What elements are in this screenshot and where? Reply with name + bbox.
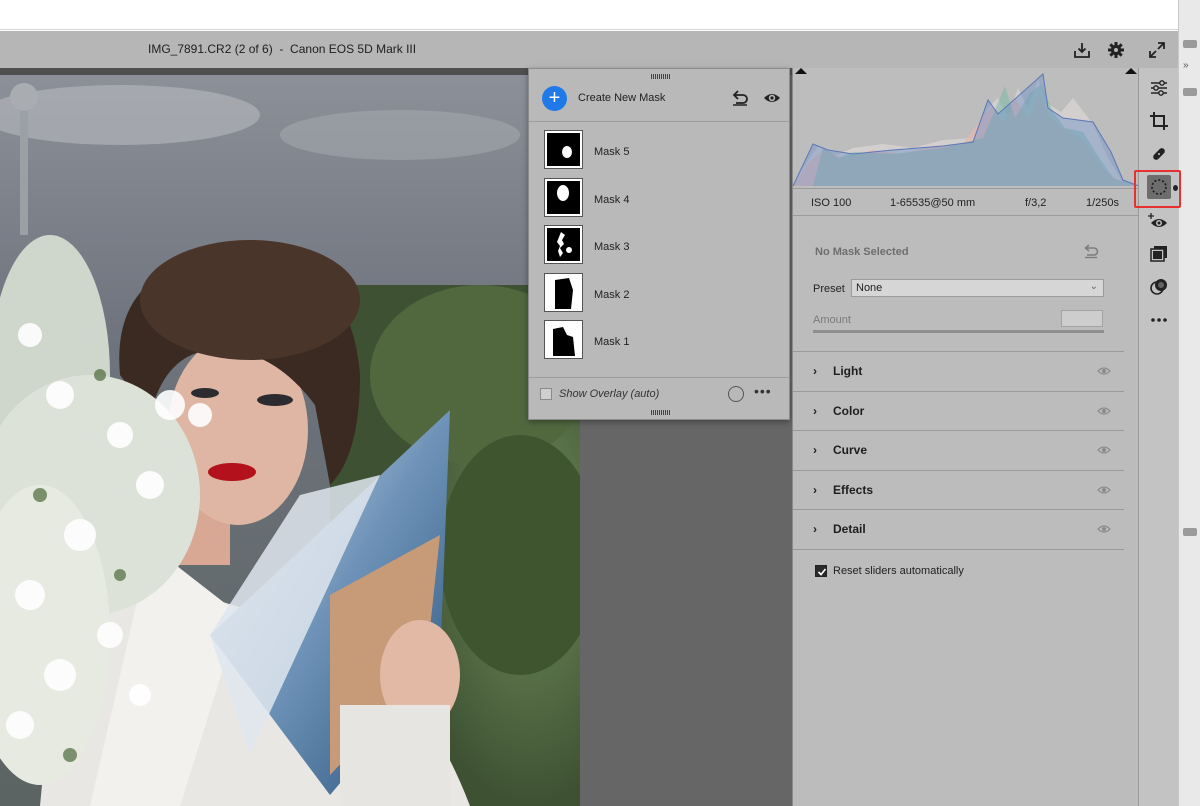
- mask-label: Mask 4: [594, 193, 630, 206]
- section-detail[interactable]: › Detail: [793, 509, 1124, 549]
- lens-value: 1-65535@50 mm: [890, 197, 976, 209]
- chevron-right-icon[interactable]: »: [1183, 60, 1189, 71]
- chevron-right-icon: ›: [813, 443, 817, 457]
- eye-icon[interactable]: [1097, 366, 1111, 376]
- show-overlay-checkbox[interactable]: [540, 388, 552, 400]
- chevron-right-icon: ›: [813, 403, 817, 418]
- mask-thumbnail: [544, 177, 583, 217]
- mask-list: Mask 5 Mask 4 Mask 3 Mask 2 Mask 1: [529, 121, 789, 360]
- top-strip: [0, 0, 1178, 30]
- mask-item[interactable]: Mask 3: [529, 217, 789, 265]
- mask-item[interactable]: Mask 2: [529, 265, 789, 313]
- panel-grip-bottom[interactable]: [651, 410, 671, 415]
- overlay-color-icon[interactable]: [728, 386, 744, 402]
- shadow-clipping-icon[interactable]: [795, 68, 807, 74]
- title-bar: IMG_7891.CR2 (2 of 6) - Canon EOS 5D Mar…: [0, 31, 1178, 68]
- mask-panel-footer: Show Overlay (auto) •••: [529, 377, 789, 419]
- preset-label: Preset: [813, 283, 845, 295]
- eye-icon[interactable]: [1097, 445, 1111, 455]
- no-mask-selected-label: No Mask Selected: [815, 246, 909, 258]
- section-curve[interactable]: › Curve: [793, 430, 1124, 470]
- mask-label: Mask 5: [594, 146, 630, 158]
- eye-icon[interactable]: [1097, 524, 1111, 534]
- mask-item[interactable]: Mask 5: [529, 122, 789, 170]
- create-new-mask-button[interactable]: +: [542, 86, 567, 111]
- mask-label: Mask 1: [594, 336, 630, 348]
- iso-value: ISO 100: [811, 197, 852, 209]
- reset-sliders-label[interactable]: Reset sliders automatically: [833, 565, 964, 577]
- section-label: Effects: [833, 482, 874, 497]
- scroll-knob[interactable]: [1183, 528, 1197, 536]
- undo-icon[interactable]: [730, 89, 750, 107]
- mask-label: Mask 2: [594, 288, 630, 301]
- section-label: Light: [833, 364, 863, 378]
- mask-thumbnail: [544, 130, 583, 169]
- edit-panel: ISO 100 1-65535@50 mm f/3,2 1/250s No Ma…: [792, 68, 1139, 806]
- save-download-icon[interactable]: [1071, 39, 1093, 61]
- section-label: Curve: [833, 443, 868, 457]
- healing-icon[interactable]: [1147, 142, 1171, 166]
- edit-sliders-icon[interactable]: [1147, 76, 1171, 100]
- chevron-right-icon: ›: [813, 482, 817, 497]
- crop-icon[interactable]: [1147, 109, 1171, 133]
- snapshots-icon[interactable]: [1147, 275, 1171, 299]
- amount-input[interactable]: [1061, 310, 1103, 327]
- section-divider: [793, 548, 1124, 550]
- app-window: » IMG_7891.CR2 (2 of 6) - Canon EOS 5D M…: [0, 0, 1200, 806]
- section-color[interactable]: › Color: [793, 390, 1124, 431]
- adjustment-sections: › Light › Color › Curve › Effects › Deta…: [793, 351, 1124, 550]
- eye-icon[interactable]: [762, 89, 782, 107]
- create-new-mask-label[interactable]: Create New Mask: [578, 92, 665, 104]
- mask-item[interactable]: Mask 1: [529, 312, 789, 360]
- expand-icon[interactable]: [1146, 39, 1168, 61]
- reset-sliders-checkbox[interactable]: [815, 565, 827, 577]
- eye-icon[interactable]: [1097, 406, 1111, 416]
- panel-grip-top[interactable]: [651, 74, 671, 79]
- mask-thumbnail: [544, 320, 583, 359]
- mask-label: Mask 3: [594, 241, 630, 253]
- preset-value: None: [856, 282, 883, 294]
- active-tool-indicator: [1173, 185, 1178, 191]
- preset-dropdown[interactable]: None ⌄: [851, 279, 1104, 297]
- section-effects[interactable]: › Effects: [793, 469, 1124, 510]
- outer-scrollbar[interactable]: »: [1178, 0, 1200, 806]
- masks-panel: + Create New Mask Mask 5 Mask 4 Mask 3 M…: [528, 68, 790, 420]
- show-overlay-label[interactable]: Show Overlay (auto): [559, 388, 659, 400]
- mask-item[interactable]: Mask 4: [529, 170, 789, 218]
- chevron-right-icon: ›: [813, 522, 817, 536]
- scroll-knob[interactable]: [1183, 88, 1197, 96]
- section-label: Detail: [833, 522, 866, 536]
- photo-preview[interactable]: [0, 75, 580, 806]
- more-icon[interactable]: •••: [754, 383, 772, 399]
- aperture-value: f/3,2: [1025, 197, 1047, 209]
- presets-icon[interactable]: [1147, 242, 1171, 266]
- camera-info: ISO 100 1-65535@50 mm f/3,2 1/250s: [793, 188, 1139, 216]
- highlight-clipping-icon[interactable]: [1125, 68, 1137, 74]
- amount-label: Amount: [813, 314, 851, 326]
- mask-thumbnail: [544, 272, 583, 312]
- mask-thumbnail: [544, 225, 583, 264]
- amount-slider[interactable]: [813, 330, 1104, 333]
- section-light[interactable]: › Light: [793, 351, 1124, 391]
- gear-icon[interactable]: [1105, 39, 1127, 61]
- section-label: Color: [833, 403, 865, 418]
- histogram: [793, 68, 1139, 188]
- scroll-knob[interactable]: [1183, 40, 1197, 48]
- chevron-right-icon: ›: [813, 364, 817, 378]
- red-eye-icon[interactable]: [1147, 209, 1171, 233]
- eye-icon[interactable]: [1097, 485, 1111, 495]
- shutter-value: 1/250s: [1086, 197, 1120, 209]
- reset-icon[interactable]: [1082, 243, 1100, 259]
- more-icon[interactable]: [1147, 308, 1171, 332]
- document-title: IMG_7891.CR2 (2 of 6) - Canon EOS 5D Mar…: [148, 42, 417, 56]
- chevron-down-icon: ⌄: [1089, 281, 1098, 292]
